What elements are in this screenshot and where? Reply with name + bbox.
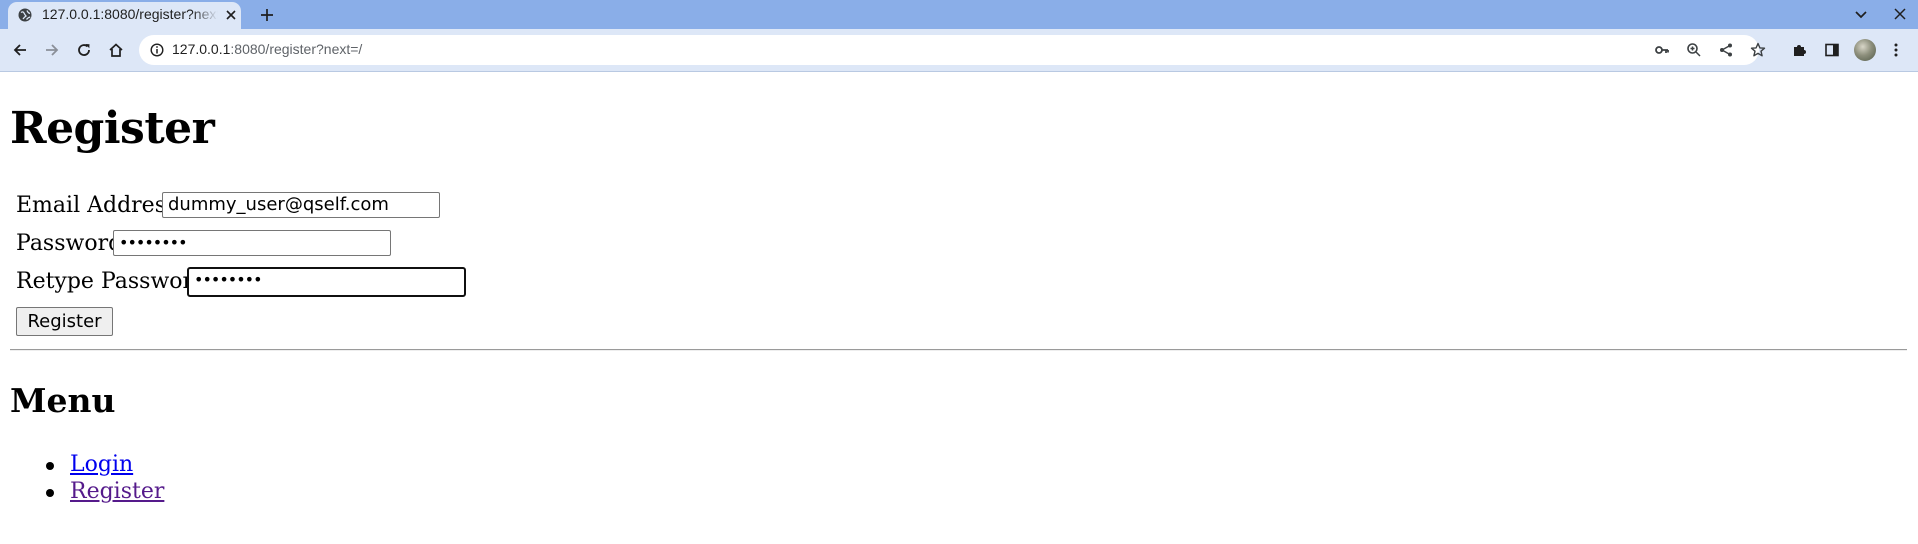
password-field[interactable]: ••••••••	[113, 230, 391, 256]
address-bar[interactable]: 127.0.0.1:8080/register?next=/	[139, 35, 1766, 65]
url-host: 127.0.0.1	[172, 41, 231, 57]
url-path: :8080/register?next=/	[230, 41, 363, 57]
chevron-down-icon[interactable]	[1853, 6, 1869, 22]
star-icon[interactable]	[1750, 42, 1766, 58]
divider	[10, 349, 1907, 351]
info-icon[interactable]	[149, 42, 165, 58]
login-link[interactable]: Login	[70, 452, 133, 477]
retype-password-value: ••••••••	[194, 270, 262, 289]
share-icon[interactable]	[1718, 42, 1734, 58]
tab-title: 127.0.0.1:8080/register?next=/	[42, 6, 218, 22]
register-link[interactable]: Register	[70, 479, 164, 504]
bullet	[46, 489, 54, 497]
tab-strip: 127.0.0.1:8080/register?next=/	[0, 0, 1918, 29]
key-icon[interactable]	[1654, 42, 1670, 58]
close-icon[interactable]	[224, 8, 238, 22]
side-panel-icon[interactable]	[1822, 40, 1842, 60]
password-value: ••••••••	[119, 233, 187, 252]
window-close-icon[interactable]	[1892, 6, 1908, 22]
arrow-right-icon[interactable]	[42, 40, 62, 60]
kebab-menu-icon[interactable]	[1886, 40, 1906, 60]
password-label: Password	[16, 231, 123, 256]
browser-toolbar: 127.0.0.1:8080/register?next=/	[0, 29, 1918, 72]
puzzle-icon[interactable]	[1790, 40, 1810, 60]
email-field[interactable]: dummy_user@qself.com	[162, 192, 440, 218]
retype-password-label: Retype Password	[16, 269, 208, 294]
page-title: Register	[10, 103, 215, 154]
reload-icon[interactable]	[74, 40, 94, 60]
globe-icon	[18, 8, 32, 22]
bullet	[46, 462, 54, 470]
retype-password-field[interactable]: ••••••••	[187, 267, 466, 297]
plus-icon[interactable]	[258, 6, 276, 24]
home-icon[interactable]	[106, 40, 126, 60]
register-button[interactable]: Register	[16, 307, 113, 336]
email-value: dummy_user@qself.com	[168, 194, 389, 215]
url-text: 127.0.0.1:8080/register?next=/	[172, 41, 362, 57]
page-content: Register Email Address dummy_user@qself.…	[0, 72, 1918, 544]
arrow-left-icon[interactable]	[10, 40, 30, 60]
email-label: Email Address	[16, 193, 178, 218]
browser-tab[interactable]: 127.0.0.1:8080/register?next=/	[8, 2, 241, 29]
zoom-icon[interactable]	[1686, 42, 1702, 58]
menu-heading: Menu	[10, 381, 116, 420]
profile-avatar[interactable]	[1854, 39, 1876, 61]
